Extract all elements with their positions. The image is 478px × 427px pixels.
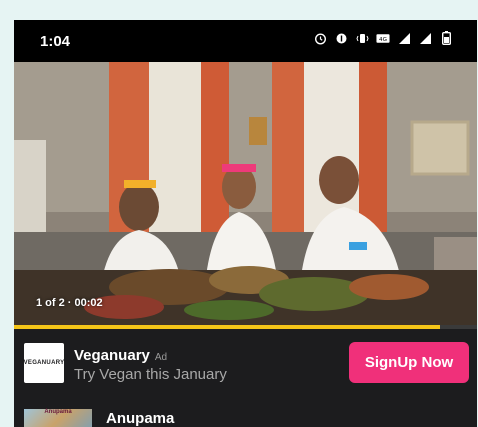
- app-frame: 1:04 4G 1 of 2 · 00:02 VEGANUARY Veganua…: [14, 20, 477, 427]
- ad-badge: Ad: [154, 352, 168, 363]
- video-frame: [14, 62, 477, 325]
- svg-text:4G: 4G: [379, 36, 387, 42]
- show-thumbnail: Anupama: [24, 409, 92, 427]
- signal-icon: [397, 31, 411, 45]
- status-bar: 1:04 4G: [14, 20, 477, 62]
- status-icons: 4G: [313, 31, 453, 45]
- ad-title: Veganuary: [74, 347, 150, 364]
- volte-icon: 4G: [376, 31, 390, 45]
- ad-row[interactable]: VEGANUARY Veganuary Ad Try Vegan this Ja…: [14, 329, 477, 399]
- signal-icon-2: [418, 31, 432, 45]
- vibrate-icon: [355, 31, 369, 45]
- data-saver-icon: [334, 31, 348, 45]
- show-title: Anupama: [106, 410, 175, 427]
- signup-now-button[interactable]: SignUp Now: [349, 342, 469, 383]
- ad-subtitle: Try Vegan this January: [74, 366, 227, 383]
- status-time: 1:04: [40, 33, 71, 50]
- ad-title-line: Veganuary Ad: [74, 347, 167, 364]
- advertiser-logo: VEGANUARY: [24, 343, 64, 383]
- alarm-icon: [313, 31, 327, 45]
- battery-icon: [439, 31, 453, 45]
- list-item[interactable]: Anupama Anupama: [14, 399, 477, 427]
- video-player[interactable]: 1 of 2 · 00:02: [14, 62, 477, 325]
- video-position-counter: 1 of 2 · 00:02: [36, 297, 103, 309]
